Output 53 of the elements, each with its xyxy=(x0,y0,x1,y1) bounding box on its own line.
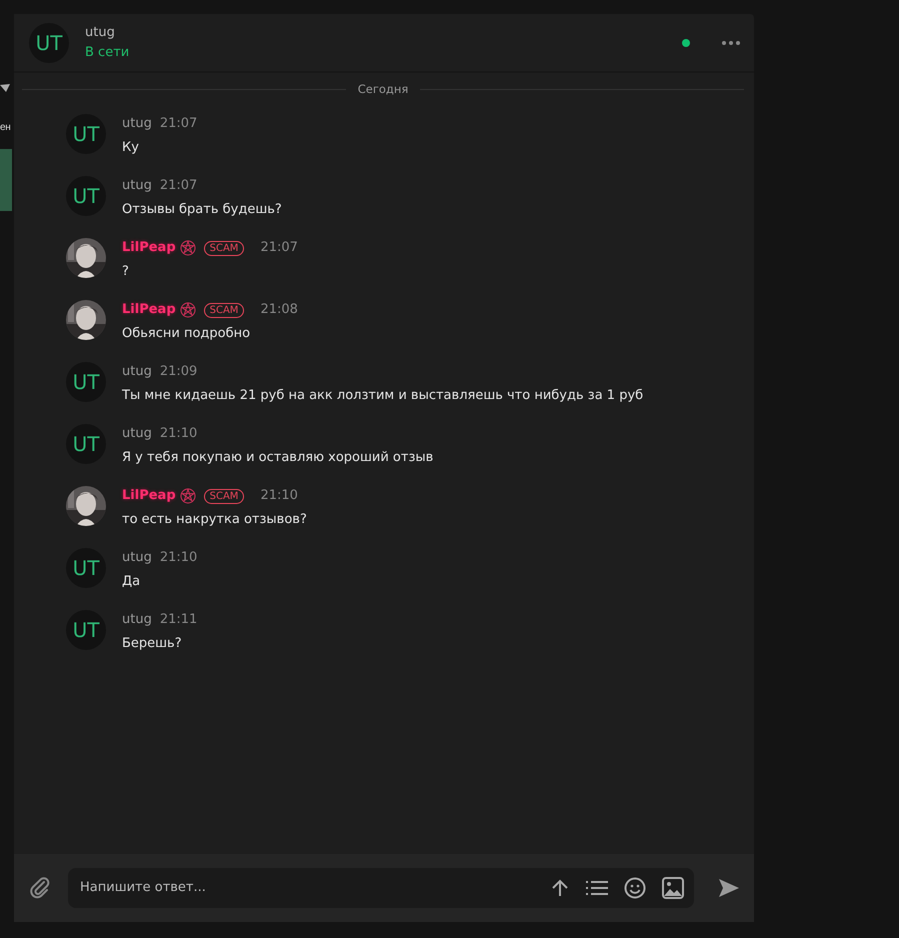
message-text: ? xyxy=(122,262,130,281)
more-icon[interactable] xyxy=(722,40,740,44)
author-name[interactable]: utug xyxy=(122,548,152,568)
attach-icon[interactable] xyxy=(28,876,52,900)
user-avatar: UT xyxy=(66,424,106,464)
message-time: 21:11 xyxy=(160,611,198,630)
message-text: Берешь? xyxy=(122,634,183,653)
contact-name: utug xyxy=(85,24,116,42)
message-text: Обьясни подробно xyxy=(122,324,252,343)
emoji-icon[interactable] xyxy=(624,877,646,899)
date-divider: Сегодня xyxy=(356,81,410,98)
send-icon[interactable] xyxy=(718,878,740,898)
message-time: 21:07 xyxy=(160,115,198,134)
pentagram-icon xyxy=(180,488,196,504)
user-avatar: UT xyxy=(66,176,106,216)
pentagram-icon xyxy=(180,302,196,318)
author-name[interactable]: utug xyxy=(122,114,152,134)
author-name[interactable]: LilPeap xyxy=(122,238,176,258)
scam-tag: SCAM xyxy=(204,488,244,504)
list-icon[interactable] xyxy=(586,879,608,897)
message-field[interactable]: Напишите ответ... xyxy=(68,868,694,908)
message-text: Ку xyxy=(122,138,140,157)
pentagram-icon xyxy=(180,240,196,256)
message-time: 21:10 xyxy=(160,425,198,444)
user-avatar: UT xyxy=(66,114,106,154)
message-time: 21:08 xyxy=(260,301,298,320)
message-text: Да xyxy=(122,572,142,591)
image-icon[interactable] xyxy=(662,877,684,899)
message-time: 21:09 xyxy=(160,363,198,382)
author-name[interactable]: LilPeap xyxy=(122,300,176,320)
user-avatar: UT xyxy=(66,362,106,402)
message-input[interactable]: Напишите ответ... xyxy=(78,877,534,899)
author-name[interactable]: utug xyxy=(122,362,152,382)
message-text: Я у тебя покупаю и оставляю хороший отзыв xyxy=(122,448,434,467)
author-name[interactable]: utug xyxy=(122,176,152,196)
message-text: Отзывы брать будешь? xyxy=(122,200,282,219)
arrow-up-icon[interactable] xyxy=(550,878,570,898)
message-time: 21:07 xyxy=(160,177,198,196)
user-avatar: UT xyxy=(66,610,106,650)
message-time: 21:10 xyxy=(260,487,298,506)
message-time: 21:10 xyxy=(160,549,198,568)
contact-avatar: UT xyxy=(29,22,69,62)
message-text: то есть накрутка отзывов? xyxy=(122,510,307,529)
user-avatar: UT xyxy=(66,548,106,588)
scam-tag: SCAM xyxy=(204,302,244,318)
scam-tag: SCAM xyxy=(204,240,244,256)
contact-status: В сети xyxy=(85,44,130,62)
chat-list-item-text: ен xyxy=(0,121,12,135)
message-text: Ты мне кидаешь 21 руб на акк лолзтим и выставляешь что нибудь за 1 руб xyxy=(122,386,644,405)
author-name[interactable]: utug xyxy=(122,610,152,630)
author-name[interactable]: utug xyxy=(122,424,152,444)
author-name[interactable]: LilPeap xyxy=(122,486,176,506)
message-time: 21:07 xyxy=(260,239,298,258)
